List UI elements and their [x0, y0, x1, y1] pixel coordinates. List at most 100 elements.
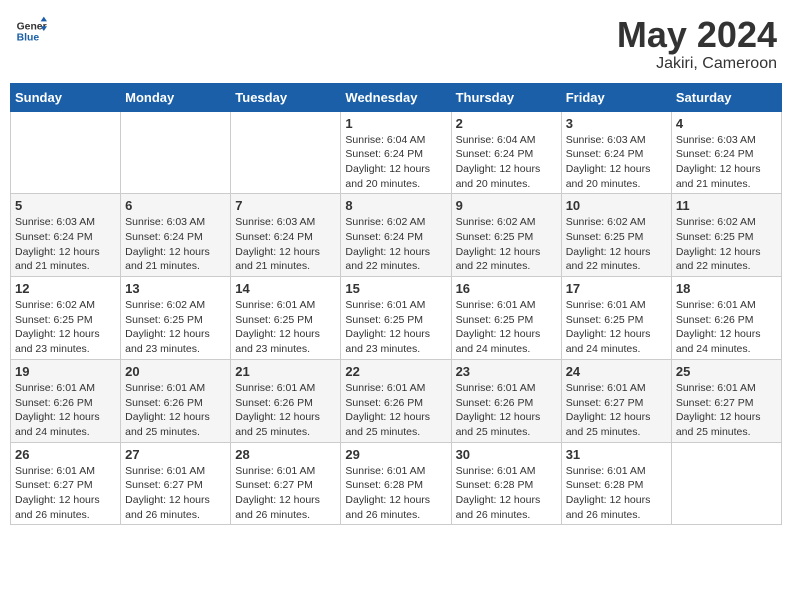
- day-info: Sunrise: 6:01 AM Sunset: 6:26 PM Dayligh…: [15, 381, 116, 440]
- day-number: 10: [566, 198, 667, 213]
- day-info: Sunrise: 6:02 AM Sunset: 6:24 PM Dayligh…: [345, 215, 446, 274]
- day-number: 22: [345, 364, 446, 379]
- day-number: 6: [125, 198, 226, 213]
- day-info: Sunrise: 6:01 AM Sunset: 6:27 PM Dayligh…: [566, 381, 667, 440]
- day-number: 25: [676, 364, 777, 379]
- day-info: Sunrise: 6:01 AM Sunset: 6:27 PM Dayligh…: [125, 464, 226, 523]
- day-info: Sunrise: 6:01 AM Sunset: 6:26 PM Dayligh…: [345, 381, 446, 440]
- weekday-header-saturday: Saturday: [671, 83, 781, 111]
- calendar-cell: 25 Sunrise: 6:01 AM Sunset: 6:27 PM Dayli…: [671, 359, 781, 442]
- calendar-cell: 23 Sunrise: 6:01 AM Sunset: 6:26 PM Dayli…: [451, 359, 561, 442]
- calendar-cell: 20Sunrise: 6:01 AM Sunset: 6:26 PM Dayli…: [121, 359, 231, 442]
- day-info: Sunrise: 6:01 AM Sunset: 6:27 PM Dayligh…: [235, 464, 336, 523]
- day-info: Sunrise: 6:01 AM Sunset: 6:26 PM Dayligh…: [235, 381, 336, 440]
- day-number: 27: [125, 447, 226, 462]
- day-info: Sunrise: 6:02 AM Sunset: 6:25 PM Dayligh…: [566, 215, 667, 274]
- weekday-header-wednesday: Wednesday: [341, 83, 451, 111]
- calendar-cell: 9 Sunrise: 6:02 AM Sunset: 6:25 PM Daylig…: [451, 194, 561, 277]
- weekday-header-sunday: Sunday: [11, 83, 121, 111]
- svg-text:Blue: Blue: [17, 33, 40, 44]
- day-info: Sunrise: 6:02 AM Sunset: 6:25 PM Dayligh…: [125, 298, 226, 357]
- calendar-cell: [11, 111, 121, 194]
- day-number: 7: [235, 198, 336, 213]
- calendar-cell: 8 Sunrise: 6:02 AM Sunset: 6:24 PM Daylig…: [341, 194, 451, 277]
- day-info: Sunrise: 6:01 AM Sunset: 6:28 PM Dayligh…: [345, 464, 446, 523]
- day-number: 20: [125, 364, 226, 379]
- calendar-cell: 21 Sunrise: 6:01 AM Sunset: 6:26 PM Dayli…: [231, 359, 341, 442]
- calendar-cell: [231, 111, 341, 194]
- day-info: Sunrise: 6:01 AM Sunset: 6:27 PM Dayligh…: [15, 464, 116, 523]
- location-subtitle: Jakiri, Cameroon: [617, 55, 777, 73]
- month-title: May 2024: [617, 15, 777, 55]
- weekday-header-row: SundayMondayTuesdayWednesdayThursdayFrid…: [11, 83, 782, 111]
- weekday-header-monday: Monday: [121, 83, 231, 111]
- day-number: 28: [235, 447, 336, 462]
- weekday-header-thursday: Thursday: [451, 83, 561, 111]
- weekday-header-tuesday: Tuesday: [231, 83, 341, 111]
- calendar-cell: 4 Sunrise: 6:03 AM Sunset: 6:24 PM Daylig…: [671, 111, 781, 194]
- day-info: Sunrise: 6:02 AM Sunset: 6:25 PM Dayligh…: [456, 215, 557, 274]
- day-number: 2: [456, 116, 557, 131]
- calendar-cell: 18 Sunrise: 6:01 AM Sunset: 6:26 PM Dayli…: [671, 277, 781, 360]
- day-info: Sunrise: 6:04 AM Sunset: 6:24 PM Dayligh…: [345, 133, 446, 192]
- calendar-cell: 22 Sunrise: 6:01 AM Sunset: 6:26 PM Dayli…: [341, 359, 451, 442]
- day-info: Sunrise: 6:01 AM Sunset: 6:25 PM Dayligh…: [235, 298, 336, 357]
- day-info: Sunrise: 6:03 AM Sunset: 6:24 PM Dayligh…: [15, 215, 116, 274]
- calendar-cell: 30Sunrise: 6:01 AM Sunset: 6:28 PM Dayli…: [451, 442, 561, 525]
- page-header: General Blue May 2024 Jakiri, Cameroon: [10, 10, 782, 73]
- calendar-cell: [671, 442, 781, 525]
- calendar-cell: 1 Sunrise: 6:04 AM Sunset: 6:24 PM Daylig…: [341, 111, 451, 194]
- day-number: 30: [456, 447, 557, 462]
- day-number: 3: [566, 116, 667, 131]
- day-number: 24: [566, 364, 667, 379]
- calendar-week-row: 19 Sunrise: 6:01 AM Sunset: 6:26 PM Dayli…: [11, 359, 782, 442]
- day-number: 18: [676, 281, 777, 296]
- calendar-cell: 15 Sunrise: 6:01 AM Sunset: 6:25 PM Dayli…: [341, 277, 451, 360]
- calendar-cell: 6 Sunrise: 6:03 AM Sunset: 6:24 PM Daylig…: [121, 194, 231, 277]
- day-number: 4: [676, 116, 777, 131]
- day-info: Sunrise: 6:01 AM Sunset: 6:26 PM Dayligh…: [456, 381, 557, 440]
- calendar-cell: 3 Sunrise: 6:03 AM Sunset: 6:24 PM Daylig…: [561, 111, 671, 194]
- day-number: 21: [235, 364, 336, 379]
- calendar-cell: 29 Sunrise: 6:01 AM Sunset: 6:28 PM Dayli…: [341, 442, 451, 525]
- calendar-cell: 19 Sunrise: 6:01 AM Sunset: 6:26 PM Dayli…: [11, 359, 121, 442]
- day-number: 29: [345, 447, 446, 462]
- day-number: 12: [15, 281, 116, 296]
- day-number: 8: [345, 198, 446, 213]
- logo: General Blue: [15, 15, 47, 47]
- day-number: 1: [345, 116, 446, 131]
- calendar-cell: 11 Sunrise: 6:02 AM Sunset: 6:25 PM Dayli…: [671, 194, 781, 277]
- day-number: 14: [235, 281, 336, 296]
- day-info: Sunrise: 6:03 AM Sunset: 6:24 PM Dayligh…: [566, 133, 667, 192]
- day-number: 15: [345, 281, 446, 296]
- calendar-week-row: 5Sunrise: 6:03 AM Sunset: 6:24 PM Daylig…: [11, 194, 782, 277]
- calendar-cell: 26 Sunrise: 6:01 AM Sunset: 6:27 PM Dayli…: [11, 442, 121, 525]
- calendar-cell: 10 Sunrise: 6:02 AM Sunset: 6:25 PM Dayli…: [561, 194, 671, 277]
- day-info: Sunrise: 6:04 AM Sunset: 6:24 PM Dayligh…: [456, 133, 557, 192]
- day-info: Sunrise: 6:01 AM Sunset: 6:26 PM Dayligh…: [676, 298, 777, 357]
- day-number: 9: [456, 198, 557, 213]
- day-number: 13: [125, 281, 226, 296]
- day-info: Sunrise: 6:03 AM Sunset: 6:24 PM Dayligh…: [676, 133, 777, 192]
- calendar-cell: 28 Sunrise: 6:01 AM Sunset: 6:27 PM Dayli…: [231, 442, 341, 525]
- day-number: 17: [566, 281, 667, 296]
- title-block: May 2024 Jakiri, Cameroon: [617, 15, 777, 73]
- day-number: 11: [676, 198, 777, 213]
- day-info: Sunrise: 6:01 AM Sunset: 6:25 PM Dayligh…: [456, 298, 557, 357]
- day-info: Sunrise: 6:01 AM Sunset: 6:28 PM Dayligh…: [566, 464, 667, 523]
- calendar-cell: 16 Sunrise: 6:01 AM Sunset: 6:25 PM Dayli…: [451, 277, 561, 360]
- day-number: 26: [15, 447, 116, 462]
- day-info: Sunrise: 6:01 AM Sunset: 6:25 PM Dayligh…: [566, 298, 667, 357]
- logo-icon: General Blue: [15, 15, 47, 47]
- day-number: 19: [15, 364, 116, 379]
- calendar-cell: 31Sunrise: 6:01 AM Sunset: 6:28 PM Dayli…: [561, 442, 671, 525]
- day-info: Sunrise: 6:02 AM Sunset: 6:25 PM Dayligh…: [15, 298, 116, 357]
- day-number: 16: [456, 281, 557, 296]
- calendar-week-row: 26 Sunrise: 6:01 AM Sunset: 6:27 PM Dayli…: [11, 442, 782, 525]
- day-info: Sunrise: 6:01 AM Sunset: 6:25 PM Dayligh…: [345, 298, 446, 357]
- day-info: Sunrise: 6:02 AM Sunset: 6:25 PM Dayligh…: [676, 215, 777, 274]
- day-info: Sunrise: 6:01 AM Sunset: 6:27 PM Dayligh…: [676, 381, 777, 440]
- calendar-cell: 12 Sunrise: 6:02 AM Sunset: 6:25 PM Dayli…: [11, 277, 121, 360]
- day-info: Sunrise: 6:03 AM Sunset: 6:24 PM Dayligh…: [125, 215, 226, 274]
- day-number: 23: [456, 364, 557, 379]
